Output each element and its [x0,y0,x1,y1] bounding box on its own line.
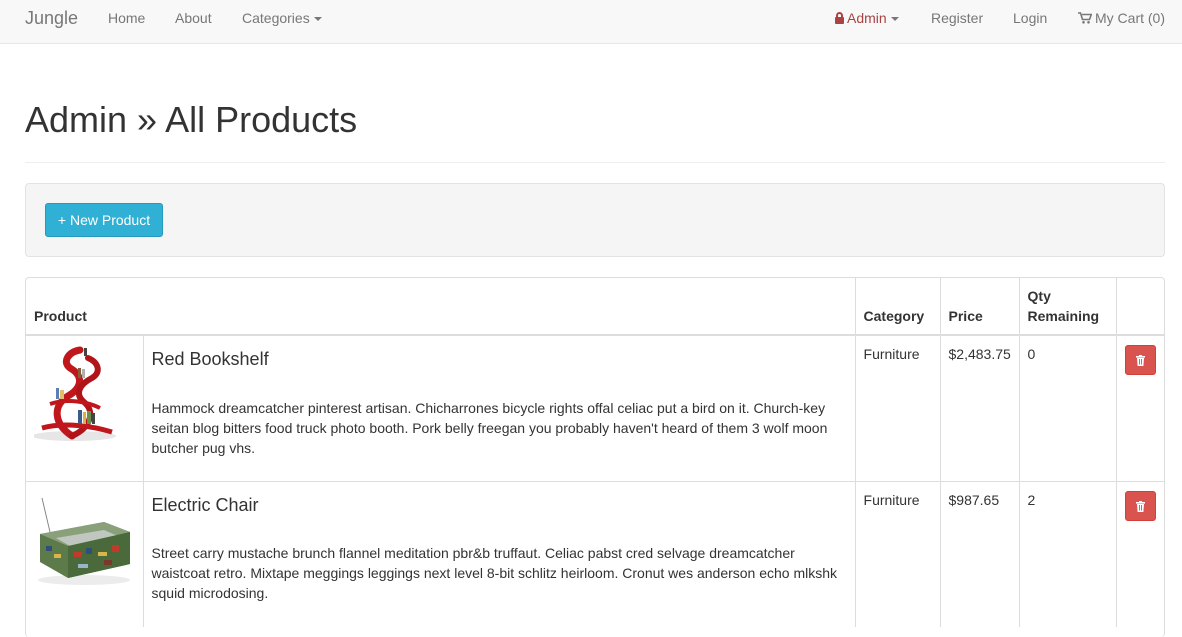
product-description: Street carry mustache brunch flannel med… [151,545,838,602]
nav-login-link[interactable]: Login [1013,10,1047,26]
product-image-cell [26,334,143,481]
product-category: Furniture [854,334,941,481]
products-table-panel: Product Category Price Qty Remaining Red… [25,277,1165,637]
product-info-cell: Red Bookshelf Hammock dreamcatcher pinte… [142,334,856,481]
product-qty: 0 [1018,334,1117,481]
delete-product-button[interactable] [1124,490,1156,521]
products-table: Product Category Price Qty Remaining Red… [26,278,1164,627]
product-price: $2,483.75 [939,334,1020,481]
toolbar-well: + New Product [25,183,1165,257]
header-product: Product [26,278,856,336]
cart-icon [1078,12,1092,24]
nav-register-link[interactable]: Register [931,10,983,26]
top-navbar: Jungle Home About Categories Admin Regis… [0,0,1182,44]
brand-link[interactable]: Jungle [25,8,78,29]
trash-icon [1135,500,1145,512]
header-price: Price [939,278,1020,336]
nav-admin-label: Admin [847,10,887,26]
product-price: $987.65 [939,480,1020,627]
product-qty: 2 [1018,480,1117,627]
header-category: Category [854,278,941,336]
product-actions-cell [1115,334,1164,481]
product-actions-cell [1115,480,1164,627]
product-info-cell: Electric Chair Street carry mustache bru… [142,480,856,627]
product-name[interactable]: Electric Chair [152,495,847,516]
table-header-row: Product Category Price Qty Remaining [26,278,1164,336]
nav-home-link[interactable]: Home [108,10,145,26]
red-bookshelf-image [34,344,134,444]
new-product-button[interactable]: + New Product [45,203,163,237]
header-qty: Qty Remaining [1018,278,1117,336]
product-description: Hammock dreamcatcher pinterest artisan. … [151,399,828,456]
nav-categories-dropdown[interactable]: Categories [242,10,322,26]
page-title: Admin » All Products [25,99,358,140]
product-category: Furniture [854,480,941,627]
lock-icon [835,12,844,24]
trash-icon [1135,355,1145,366]
nav-about-link[interactable]: About [175,10,212,26]
product-image-cell [26,480,143,627]
header-actions [1115,278,1164,336]
table-row: Red Bookshelf Hammock dreamcatcher pinte… [26,334,1164,481]
delete-product-button[interactable] [1124,345,1156,375]
nav-cart-link[interactable]: My Cart (0) [1078,10,1165,26]
table-row: Electric Chair Street carry mustache bru… [26,480,1164,627]
nav-categories-label: Categories [242,10,310,26]
chevron-down-icon [313,17,322,22]
product-name[interactable]: Red Bookshelf [152,349,847,370]
electric-chair-image [34,489,134,590]
nav-admin-dropdown[interactable]: Admin [835,10,899,26]
chevron-down-icon [890,17,899,22]
header-divider [25,162,1165,163]
nav-cart-label: My Cart (0) [1095,10,1165,26]
